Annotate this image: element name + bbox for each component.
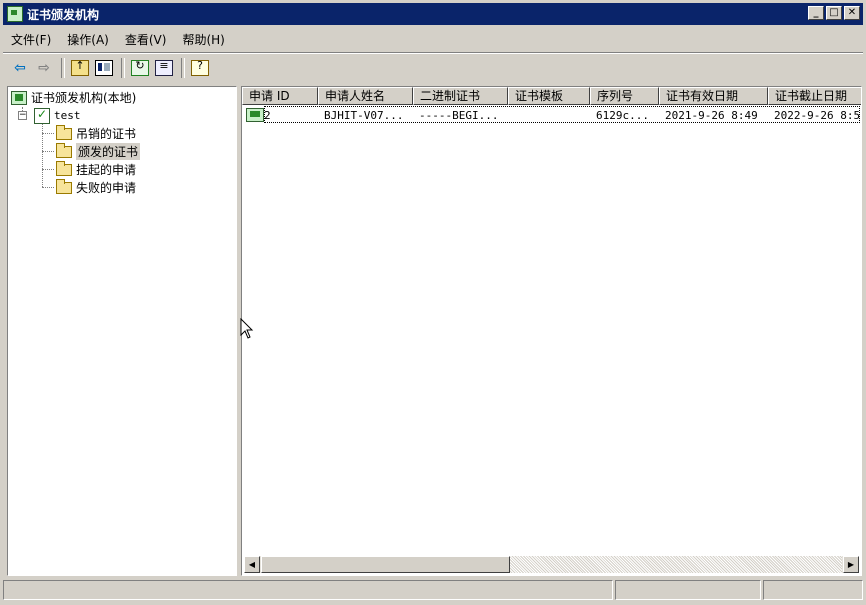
toolbar-separator bbox=[61, 58, 65, 78]
maximize-button[interactable]: □ bbox=[826, 6, 842, 20]
status-panel-tertiary bbox=[763, 580, 863, 600]
column-binary-certificate[interactable]: 二进制证书 bbox=[413, 87, 508, 105]
minimize-button[interactable]: _ bbox=[808, 6, 824, 20]
window-title: 证书颁发机构 bbox=[27, 7, 100, 22]
tree-root-label: 证书颁发机构(本地) bbox=[31, 91, 137, 105]
table-row[interactable]: 2 BJHIT-V07... -----BEGI... 6129c... 202… bbox=[242, 106, 861, 124]
list-header: 申请 ID 申请人姓名 二进制证书 证书模板 序列号 证书有效日期 证书截止日期 bbox=[242, 87, 861, 105]
menu-divider bbox=[3, 53, 863, 54]
column-certificate-template[interactable]: 证书模板 bbox=[508, 87, 590, 105]
status-bar bbox=[3, 580, 863, 602]
mmc-window: 证书颁发机构 _ □ ✕ 文件(F) 操作(A) 查看(V) 帮助(H) ⇦ ⇨… bbox=[0, 0, 866, 605]
column-serial-number[interactable]: 序列号 bbox=[590, 87, 659, 105]
menu-action[interactable]: 操作(A) bbox=[59, 30, 117, 50]
tree-line bbox=[42, 169, 54, 170]
status-panel-secondary bbox=[615, 580, 761, 600]
scrollbar-track[interactable] bbox=[510, 556, 842, 573]
certificate-icon bbox=[246, 108, 264, 122]
tree-item-label: 失败的申请 bbox=[76, 181, 137, 195]
cell-request-id: 2 bbox=[242, 108, 318, 122]
toolbar: ⇦ ⇨ ↑ ↻ ≡ ? bbox=[3, 55, 863, 81]
refresh-button[interactable]: ↻ bbox=[129, 57, 151, 79]
tree-line bbox=[42, 151, 54, 152]
result-list[interactable]: 申请 ID 申请人姓名 二进制证书 证书模板 序列号 证书有效日期 证书截止日期… bbox=[241, 86, 862, 576]
scroll-right-icon[interactable]: ▶ bbox=[843, 556, 859, 573]
help-button[interactable]: ? bbox=[189, 57, 211, 79]
menu-help[interactable]: 帮助(H) bbox=[174, 30, 232, 50]
tree-item-revoked[interactable]: 吊销的证书 bbox=[56, 124, 137, 142]
tree-item-label: 颁发的证书 bbox=[76, 143, 141, 160]
mouse-pointer-icon bbox=[240, 318, 254, 339]
scrollbar-thumb[interactable] bbox=[261, 556, 510, 573]
column-requester-name[interactable]: 申请人姓名 bbox=[318, 87, 413, 105]
tree-item-failed[interactable]: 失败的申请 bbox=[56, 178, 137, 196]
tree-item-label: 挂起的申请 bbox=[76, 163, 137, 177]
cell-serial-number: 6129c... bbox=[596, 108, 649, 122]
console-tree-icon bbox=[95, 60, 113, 76]
export-list-icon: ≡ bbox=[155, 59, 173, 76]
cell-binary-certificate: -----BEGI... bbox=[419, 108, 499, 122]
cell-expiration-date: 2022-9-26 8:5 bbox=[774, 108, 861, 122]
horizontal-scrollbar[interactable]: ◀ ▶ bbox=[244, 556, 859, 573]
show-hide-tree-button[interactable] bbox=[93, 57, 115, 79]
column-effective-date[interactable]: 证书有效日期 bbox=[659, 87, 768, 105]
tree-item-ca[interactable]: test bbox=[34, 107, 81, 124]
toolbar-separator bbox=[181, 58, 185, 78]
refresh-icon: ↻ bbox=[131, 59, 149, 76]
tree-item-label: 吊销的证书 bbox=[76, 127, 137, 141]
collapse-icon[interactable]: − bbox=[18, 111, 27, 120]
tree-item-issued[interactable]: 颁发的证书 bbox=[56, 142, 141, 160]
help-icon: ? bbox=[191, 59, 209, 76]
console-tree[interactable]: 证书颁发机构(本地) − test 吊销的证书 颁发的证书 挂起的申请 失败的申… bbox=[7, 86, 237, 576]
title-bar[interactable]: 证书颁发机构 _ □ ✕ bbox=[3, 3, 863, 25]
tree-root[interactable]: 证书颁发机构(本地) bbox=[11, 89, 136, 106]
certificate-authority-icon bbox=[7, 6, 23, 22]
certificate-authority-icon bbox=[11, 90, 27, 105]
menu-bar: 文件(F) 操作(A) 查看(V) 帮助(H) bbox=[3, 28, 863, 53]
tree-line bbox=[42, 133, 54, 134]
request-id-value: 2 bbox=[264, 108, 271, 122]
folder-icon bbox=[56, 160, 72, 176]
cell-effective-date: 2021-9-26 8:49 bbox=[665, 108, 758, 122]
column-request-id[interactable]: 申请 ID bbox=[242, 87, 318, 105]
tree-item-pending[interactable]: 挂起的申请 bbox=[56, 160, 137, 178]
menu-view[interactable]: 查看(V) bbox=[117, 30, 175, 50]
close-button[interactable]: ✕ bbox=[844, 6, 860, 20]
window-controls: _ □ ✕ bbox=[806, 6, 860, 20]
tree-line bbox=[42, 187, 54, 188]
scroll-left-icon[interactable]: ◀ bbox=[244, 556, 260, 573]
back-arrow-icon[interactable]: ⇦ bbox=[9, 57, 31, 79]
folder-icon bbox=[56, 124, 72, 140]
up-one-level-button[interactable]: ↑ bbox=[69, 57, 91, 79]
status-panel-main bbox=[3, 580, 613, 600]
forward-arrow-icon[interactable]: ⇨ bbox=[33, 57, 55, 79]
folder-icon bbox=[56, 178, 72, 194]
menu-file[interactable]: 文件(F) bbox=[3, 30, 59, 50]
ca-server-icon bbox=[34, 107, 50, 124]
cell-requester-name: BJHIT-V07... bbox=[324, 108, 404, 122]
toolbar-separator bbox=[121, 58, 125, 78]
column-expiration-date[interactable]: 证书截止日期 bbox=[768, 87, 861, 105]
folder-open-icon bbox=[56, 142, 72, 158]
folder-up-icon: ↑ bbox=[71, 59, 89, 76]
tree-item-ca-label: test bbox=[54, 109, 81, 122]
export-list-button[interactable]: ≡ bbox=[153, 57, 175, 79]
